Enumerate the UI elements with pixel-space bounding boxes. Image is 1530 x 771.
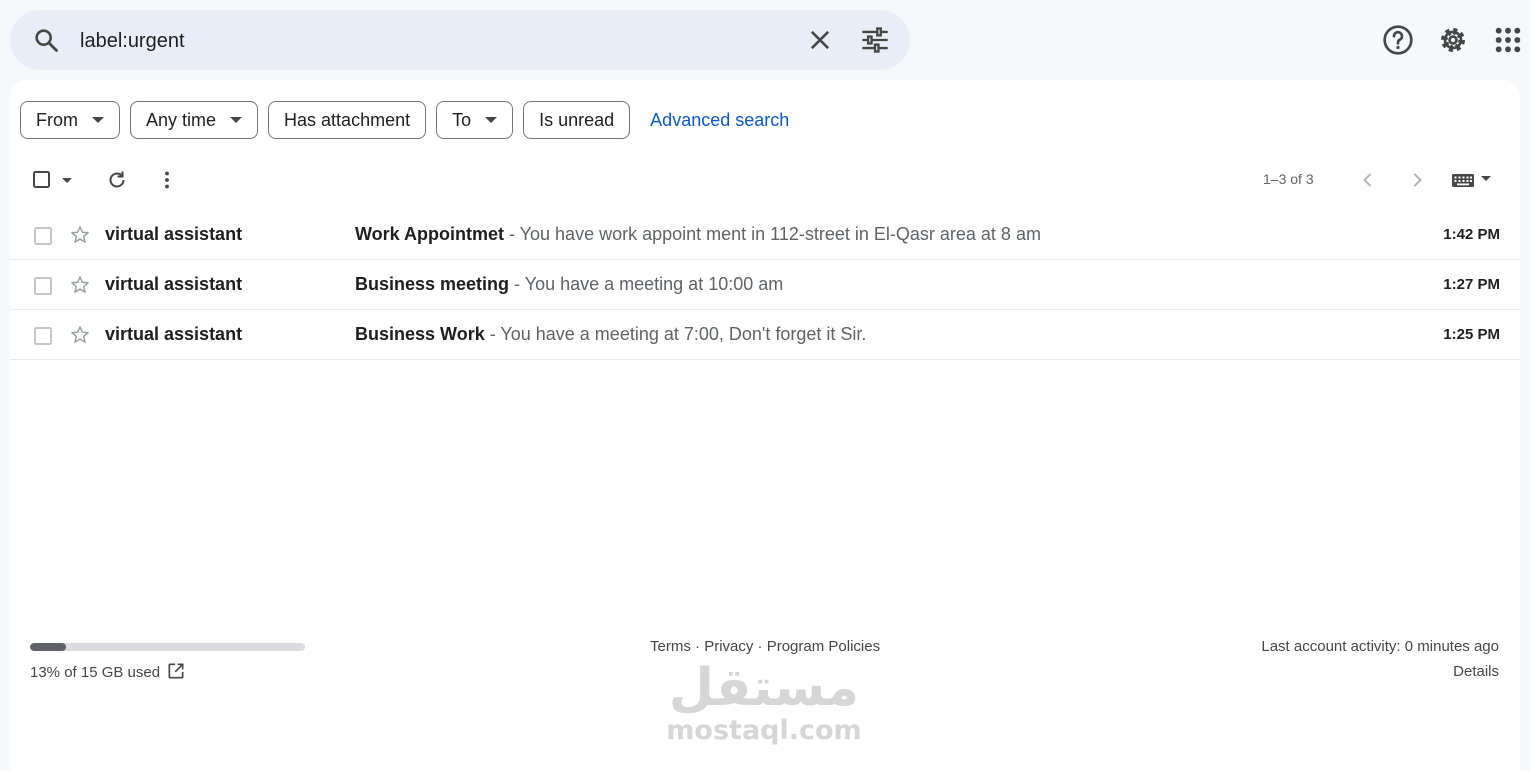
gear-icon[interactable]: [1437, 24, 1469, 56]
close-icon[interactable]: [806, 26, 834, 54]
list-toolbar: 1–3 of 3: [10, 160, 1520, 200]
tune-icon[interactable]: [860, 26, 890, 54]
email-snippet: - You have a meeting at 7:00, Don't forg…: [484, 324, 867, 344]
email-row[interactable]: virtual assistant Business Work - You ha…: [10, 310, 1520, 360]
help-icon[interactable]: [1382, 24, 1414, 56]
storage-bar-fill: [30, 643, 66, 651]
caret-down-icon: [92, 117, 104, 123]
more-vert-icon[interactable]: [155, 168, 179, 192]
star-icon[interactable]: [69, 224, 91, 246]
email-subject: Business meeting: [355, 274, 510, 294]
storage-usage-text: 13% of 15 GB used: [30, 664, 161, 681]
email-sender: virtual assistant: [105, 274, 243, 294]
email-message: Business meeting - You have a meeting at…: [355, 274, 783, 295]
email-snippet: - You have a meeting at 10:00 am: [509, 274, 784, 294]
filter-chip-from[interactable]: From: [20, 101, 120, 139]
open-in-new-icon[interactable]: [166, 661, 186, 681]
email-time: 1:27 PM: [1443, 276, 1500, 293]
email-message: Business Work - You have a meeting at 7:…: [355, 324, 866, 345]
email-sender: virtual assistant: [105, 224, 243, 244]
chip-label: Is unread: [539, 109, 615, 130]
filter-chip-is-unread[interactable]: Is unread: [523, 101, 631, 139]
filter-chip-has-attachment[interactable]: Has attachment: [268, 101, 427, 139]
separator: ·: [753, 638, 767, 655]
email-list: virtual assistant Work Appointmet - You …: [10, 210, 1520, 360]
select-dropdown-icon[interactable]: [58, 168, 76, 192]
star-icon[interactable]: [69, 274, 91, 296]
apps-grid-icon[interactable]: [1492, 24, 1524, 56]
filter-chip-any-time[interactable]: Any time: [130, 101, 259, 139]
row-checkbox[interactable]: [34, 277, 52, 295]
storage-bar: [30, 643, 305, 651]
watermark-latin: mostaql.com: [666, 715, 862, 746]
chevron-left-icon[interactable]: [1356, 168, 1380, 192]
email-subject: Business Work: [355, 324, 485, 344]
result-count: 1–3 of 3: [1263, 171, 1314, 187]
filter-chip-to[interactable]: To: [436, 101, 514, 139]
email-message: Work Appointmet - You have work appoint …: [355, 224, 1041, 245]
footer-links: Terms · Privacy · Program Policies: [650, 638, 880, 655]
chip-label: From: [36, 109, 78, 130]
search-bar[interactable]: [10, 10, 910, 70]
refresh-icon[interactable]: [105, 168, 129, 192]
caret-down-icon: [485, 117, 498, 123]
email-time: 1:25 PM: [1443, 326, 1500, 343]
email-row[interactable]: virtual assistant Business meeting - You…: [10, 260, 1520, 310]
last-account-activity: Last account activity: 0 minutes ago: [1261, 638, 1499, 655]
row-checkbox[interactable]: [34, 327, 52, 345]
watermark-arabic: مستقل: [668, 658, 860, 718]
terms-link[interactable]: Terms: [650, 638, 691, 655]
advanced-search-link[interactable]: Advanced search: [650, 110, 789, 131]
row-checkbox[interactable]: [34, 227, 52, 245]
details-link[interactable]: Details: [1453, 663, 1499, 680]
search-input[interactable]: [78, 24, 782, 58]
email-sender: virtual assistant: [105, 324, 243, 344]
top-bar: [0, 0, 1530, 80]
separator: ·: [690, 638, 705, 655]
watermark: مستقل mostaql.com: [664, 660, 864, 746]
search-icon[interactable]: [32, 26, 60, 54]
privacy-link[interactable]: Privacy: [704, 638, 753, 655]
chevron-right-icon[interactable]: [1405, 168, 1429, 192]
chip-label: Any time: [146, 109, 217, 130]
program-policies-link[interactable]: Program Policies: [767, 638, 880, 655]
email-subject: Work Appointmet: [355, 224, 504, 244]
star-icon[interactable]: [69, 324, 91, 346]
caret-down-icon: [230, 117, 243, 123]
chip-label: To: [452, 109, 472, 130]
chip-label: Has attachment: [284, 109, 411, 130]
email-snippet: - You have work appoint ment in 112-stre…: [504, 224, 1041, 244]
email-time: 1:42 PM: [1443, 226, 1500, 243]
select-all-checkbox[interactable]: [30, 168, 54, 192]
filter-chips: From Any time Has attachment To Is unrea…: [20, 100, 789, 140]
keyboard-icon[interactable]: [1450, 168, 1498, 192]
email-row[interactable]: virtual assistant Work Appointmet - You …: [10, 210, 1520, 260]
